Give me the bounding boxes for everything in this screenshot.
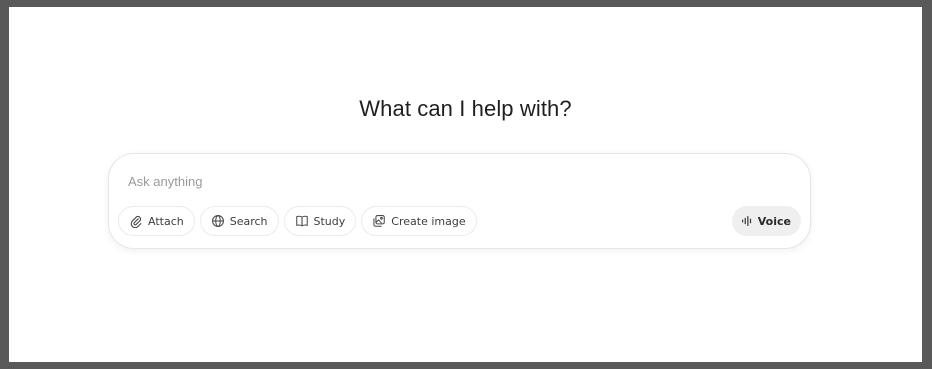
chat-home: What can I help with? Attach	[9, 7, 922, 362]
screenshot-frame: What can I help with? Attach	[0, 0, 932, 369]
globe-icon	[211, 214, 225, 228]
search-button[interactable]: Search	[199, 206, 279, 236]
create-image-label: Create image	[391, 214, 466, 228]
voice-button[interactable]: Voice	[731, 206, 801, 236]
prompt-input[interactable]	[128, 170, 688, 192]
voice-label: Voice	[757, 214, 791, 228]
voice-waveform-icon	[740, 214, 754, 228]
composer-tools: Attach Search Study Create image	[118, 205, 482, 237]
paperclip-icon	[129, 214, 143, 228]
create-image-button[interactable]: Create image	[361, 206, 477, 236]
book-icon	[295, 214, 309, 228]
image-icon	[372, 214, 386, 228]
search-label: Search	[229, 214, 268, 228]
page-heading: What can I help with?	[359, 96, 572, 121]
study-label: Study	[313, 214, 346, 228]
study-button[interactable]: Study	[283, 206, 357, 236]
attach-button[interactable]: Attach	[118, 206, 195, 236]
attach-label: Attach	[148, 214, 184, 228]
chat-composer: Attach Search	[108, 153, 811, 249]
